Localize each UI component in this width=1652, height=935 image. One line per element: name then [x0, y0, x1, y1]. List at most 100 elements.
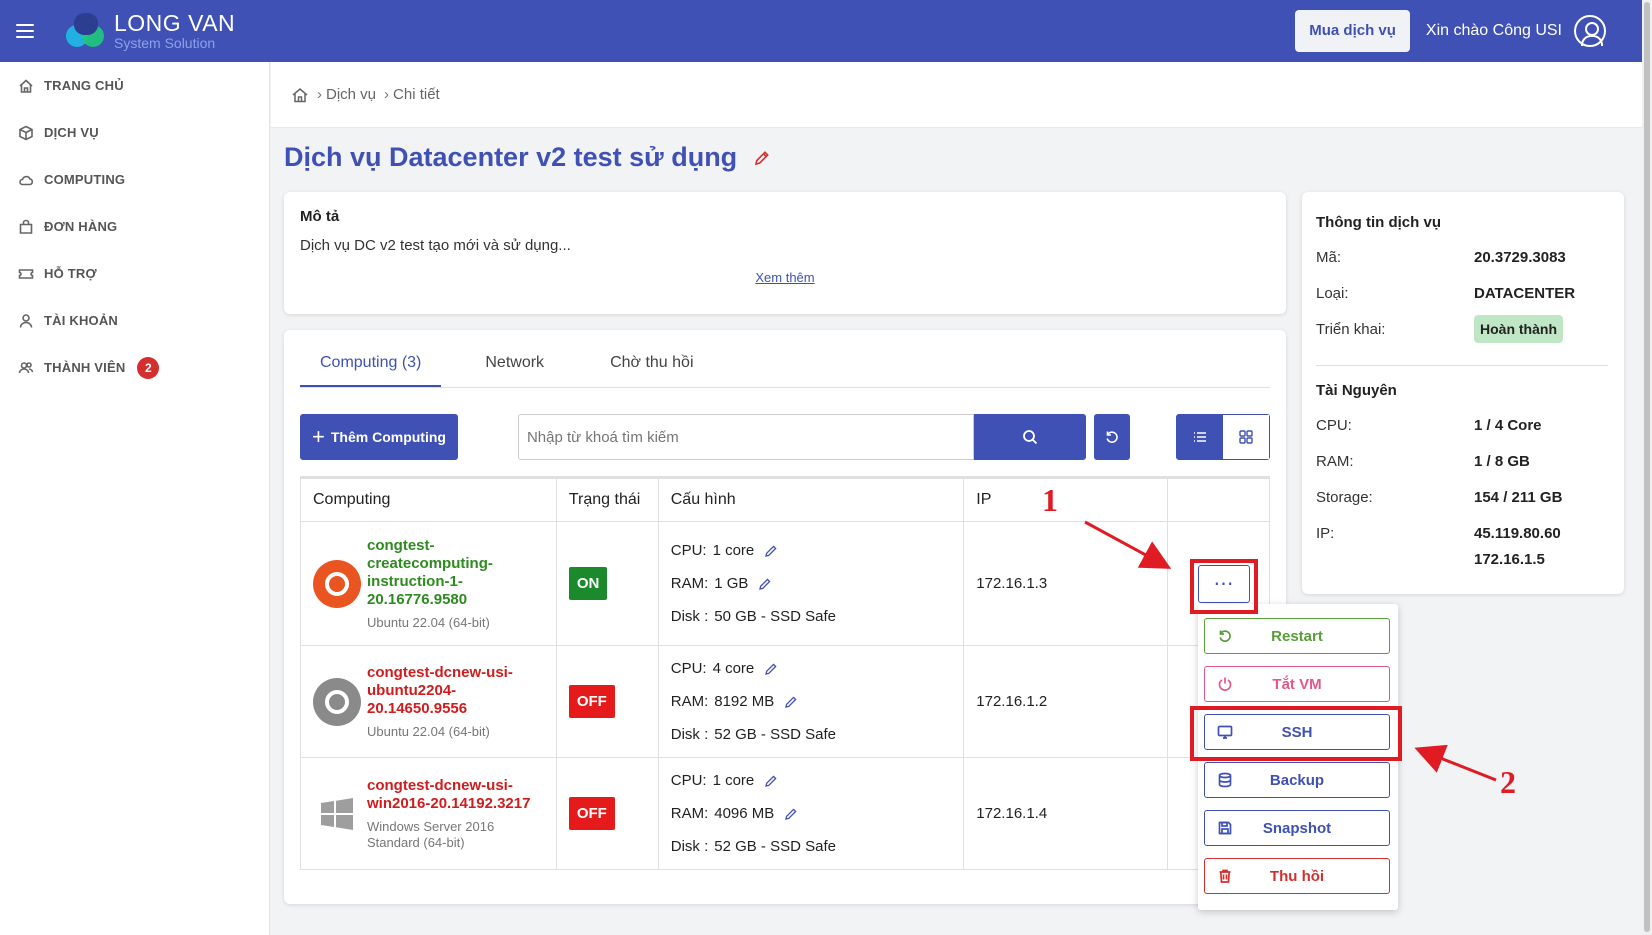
members-count-badge: 2 [137, 356, 160, 379]
highlight-box-ssh [1190, 706, 1402, 761]
edit-ram-pencil-icon[interactable] [758, 577, 772, 591]
buy-service-button[interactable]: Mua dịch vụ [1295, 10, 1410, 52]
page-title-text: Dịch vụ Datacenter v2 test sử dụng [284, 142, 738, 172]
ram-label: RAM: [670, 693, 709, 710]
power-off-button[interactable]: Tắt VM [1204, 666, 1390, 702]
logo-title: LONG VAN [114, 10, 236, 36]
divider [1316, 365, 1608, 366]
sidebar-item-account[interactable]: TÀI KHOẢN [0, 297, 269, 344]
sidebar-item-label: THÀNH VIÊN [44, 360, 126, 375]
breadcrumb-item-services[interactable]: Dịch vụ [326, 86, 376, 103]
refresh-icon [1106, 431, 1118, 443]
resource-row-ip-2: 172.16.1.5 [1474, 551, 1545, 568]
sidebar-item-label: COMPUTING [44, 172, 126, 187]
ip-cell: 172.16.1.4 [963, 757, 1168, 870]
ram-label: RAM: [670, 805, 709, 822]
resource-row-ip: IP: 45.119.80.60 [1316, 525, 1561, 542]
add-computing-button[interactable]: + Thêm Computing [300, 414, 458, 460]
toolbar: + Thêm Computing [300, 414, 1270, 460]
resource-row-cpu: CPU: 1 / 4 Core [1316, 417, 1542, 434]
logo[interactable]: LONG VAN System Solution [62, 11, 235, 51]
home-icon[interactable] [291, 86, 309, 104]
cpu-label: CPU: [670, 772, 707, 789]
sidebar-item-label: HỖ TRỢ [44, 266, 97, 281]
page-scrollbar[interactable] [1642, 0, 1652, 935]
resource-row-ram: RAM: 1 / 8 GB [1316, 453, 1530, 470]
ticket-icon [18, 268, 34, 279]
breadcrumb-separator: › [317, 86, 322, 103]
column-header-status: Trạng thái [555, 476, 659, 522]
logo-subtitle: System Solution [114, 35, 216, 51]
edit-title-pencil-icon[interactable] [753, 149, 771, 167]
sidebar-item-services[interactable]: DỊCH VỤ [0, 109, 269, 156]
edit-ram-pencil-icon[interactable] [784, 695, 798, 709]
sidebar-item-label: TRANG CHỦ [44, 78, 124, 93]
sidebar-item-computing[interactable]: COMPUTING [0, 156, 269, 203]
snapshot-button[interactable]: Snapshot [1204, 810, 1390, 846]
column-header-ip: IP [963, 476, 1168, 522]
description-text: Dịch vụ DC v2 test tạo mới và sử dụng... [300, 237, 571, 254]
edit-cpu-pencil-icon[interactable] [764, 544, 778, 558]
ram-value: 1 GB [714, 575, 749, 592]
logo-mark-icon [62, 11, 108, 51]
resources-heading: Tài Nguyên [1316, 382, 1397, 399]
status-badge: OFF [568, 797, 615, 830]
ip-cell: 172.16.1.3 [963, 521, 1168, 646]
sidebar-item-support[interactable]: HỖ TRỢ [0, 250, 269, 297]
column-header-actions [1167, 476, 1270, 522]
disk-label: Disk : [670, 608, 709, 625]
sidebar-item-orders[interactable]: ĐƠN HÀNG [0, 203, 269, 250]
cpu-label: CPU: [670, 660, 707, 677]
breadcrumb-separator: › [384, 86, 390, 103]
tab-bar: Computing (3) Network Chờ thu hồi [300, 348, 1270, 388]
vm-name-link[interactable]: congtest- createcomputing- instruction-1… [367, 537, 493, 609]
disk-value: 50 GB - SSD Safe [714, 608, 836, 625]
plus-icon: + [312, 424, 325, 449]
vm-os-text: Windows Server 2016 Standard (64-bit) [367, 818, 495, 850]
vm-name-link[interactable]: congtest-dcnew-usi- ubuntu2204- 20.14650… [367, 664, 513, 718]
tab-network[interactable]: Network [465, 348, 564, 387]
vm-name-link[interactable]: congtest-dcnew-usi- win2016-20.14192.321… [367, 777, 530, 813]
backup-button[interactable]: Backup [1204, 762, 1390, 798]
reclaim-button[interactable]: Thu hồi [1204, 858, 1390, 894]
breadcrumb-item-detail: Chi tiết [393, 86, 440, 103]
top-bar: LONG VAN System Solution Mua dịch vụ Xin… [0, 0, 1642, 62]
tab-pending-reclaim[interactable]: Chờ thu hồi [590, 348, 713, 387]
sidebar-item-label: DỊCH VỤ [44, 125, 99, 140]
trash-icon [1219, 869, 1231, 883]
restart-button[interactable]: Restart [1204, 618, 1390, 654]
list-view-button[interactable] [1177, 415, 1223, 459]
edit-ram-pencil-icon[interactable] [784, 807, 798, 821]
column-header-computing: Computing [300, 476, 557, 522]
grid-icon [1239, 430, 1253, 444]
refresh-button[interactable] [1093, 414, 1130, 460]
sidebar-item-members[interactable]: THÀNH VIÊN 2 [0, 344, 269, 391]
bag-icon [19, 219, 33, 234]
see-more-link[interactable]: Xem thêm [300, 270, 1270, 285]
cpu-label: CPU: [670, 542, 707, 559]
save-icon [1218, 821, 1232, 835]
hamburger-menu-icon[interactable] [16, 24, 42, 38]
sidebar-item-home[interactable]: TRANG CHỦ [0, 62, 269, 109]
ubuntu-icon [313, 559, 361, 608]
annotation-arrow-2 [1414, 744, 1497, 782]
ram-value: 4096 MB [714, 805, 775, 822]
computing-table: Computing Trạng thái Cấu hình IP congtes… [300, 476, 1270, 870]
search-button[interactable] [973, 414, 1086, 460]
table-row: congtest-dcnew-usi- ubuntu2204- 20.14650… [300, 645, 1270, 758]
disk-value: 52 GB - SSD Safe [714, 726, 836, 743]
info-row-type: Loại: DATACENTER [1316, 285, 1576, 302]
disk-label: Disk : [670, 726, 709, 743]
tab-computing[interactable]: Computing (3) [300, 348, 442, 387]
search-input[interactable] [517, 414, 974, 460]
resource-row-storage: Storage: 154 / 211 GB [1316, 489, 1563, 506]
greeting-text: Xin chào Công USI [1425, 22, 1562, 39]
edit-cpu-pencil-icon[interactable] [764, 774, 778, 788]
sidebar: TRANG CHỦ DỊCH VỤ COMPUTING ĐƠN HÀNG HỖ … [0, 62, 270, 935]
grid-view-button[interactable] [1223, 415, 1269, 459]
home-icon [19, 78, 33, 93]
search-icon [1023, 430, 1038, 445]
account-avatar-icon[interactable] [1574, 15, 1606, 47]
ram-value: 8192 MB [714, 693, 775, 710]
edit-cpu-pencil-icon[interactable] [764, 662, 778, 676]
